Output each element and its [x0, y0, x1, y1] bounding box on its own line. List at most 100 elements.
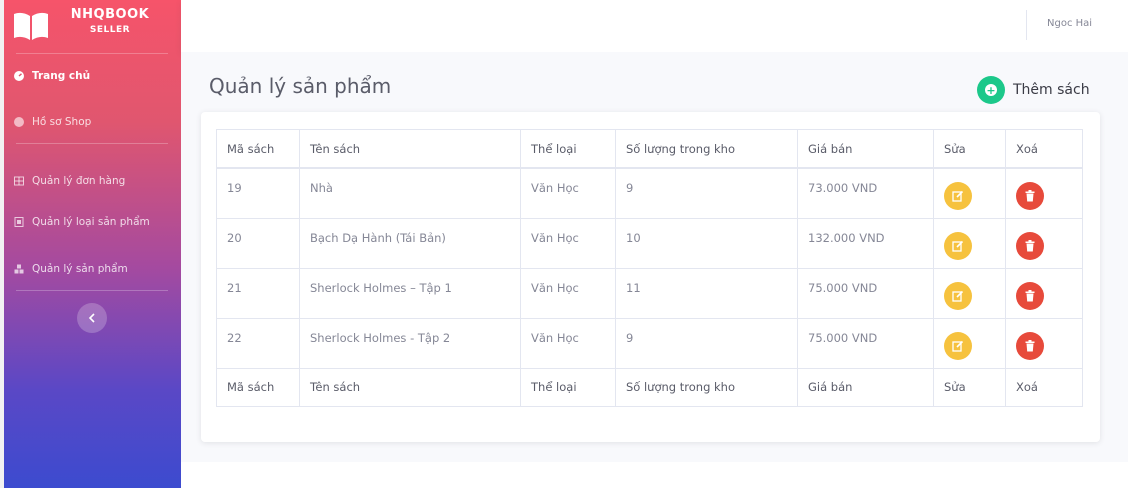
- sidebar-item-label: Quản lý sản phẩm: [32, 263, 128, 275]
- plus-circle-icon: +: [977, 76, 1005, 104]
- main-content: Quản lý sản phẩm + Thêm sách Mã sách Tên…: [181, 52, 1128, 462]
- user-name[interactable]: Ngoc Hai: [1047, 18, 1092, 29]
- edit-button[interactable]: [944, 331, 972, 360]
- cell-id: 21: [216, 267, 300, 319]
- sidebar-item-label: Quản lý loại sản phẩm: [32, 216, 150, 228]
- cell-title: Bạch Dạ Hành (Tái Bản): [299, 217, 521, 269]
- trash-icon: [1025, 190, 1035, 202]
- table-header-row: Mã sách Tên sách Thể loại Số lượng trong…: [216, 129, 1083, 169]
- sidebar-divider: [16, 290, 168, 291]
- table-row: 22 Sherlock Holmes - Tập 2 Văn Học 9 75.…: [216, 317, 1083, 369]
- edit-icon: [952, 240, 964, 252]
- delete-button[interactable]: [1016, 331, 1044, 360]
- cell-delete: [1005, 317, 1083, 369]
- cell-id: 20: [216, 217, 300, 269]
- chevron-left-icon: [88, 313, 95, 323]
- table-row: 19 Nhà Văn Học 9 73.000 VND: [216, 167, 1083, 219]
- trash-icon: [1025, 339, 1035, 351]
- sidebar-item-categories[interactable]: Quản lý loại sản phẩm: [14, 210, 150, 234]
- cell-stock: 10: [615, 217, 798, 269]
- topbar-divider: [1026, 10, 1027, 40]
- edit-button[interactable]: [944, 182, 972, 210]
- cell-edit: [933, 267, 1006, 319]
- column-footer-delete: Xoá: [1005, 367, 1083, 407]
- edit-button[interactable]: [944, 231, 972, 260]
- delete-button[interactable]: [1016, 281, 1044, 310]
- products-table: Mã sách Tên sách Thể loại Số lượng trong…: [216, 129, 1083, 407]
- cell-id: 19: [216, 167, 300, 219]
- column-footer-title: Tên sách: [299, 367, 521, 407]
- column-header-id: Mã sách: [216, 129, 300, 169]
- column-header-price: Giá bán: [797, 129, 934, 169]
- dashboard-icon: [14, 71, 24, 81]
- cell-title: Sherlock Holmes - Tập 2: [299, 317, 521, 369]
- column-header-stock: Số lượng trong kho: [615, 129, 798, 169]
- add-book-button[interactable]: + Thêm sách: [977, 76, 1090, 104]
- cell-title: Nhà: [299, 167, 521, 219]
- sidebar-divider: [16, 143, 168, 144]
- cell-genre: Văn Học: [520, 217, 616, 269]
- cell-edit: [933, 317, 1006, 369]
- add-book-label: Thêm sách: [1013, 82, 1090, 98]
- profile-icon: [14, 117, 24, 127]
- sidebar-item-products[interactable]: Quản lý sản phẩm: [14, 257, 128, 281]
- topbar: Ngoc Hai: [181, 0, 1128, 52]
- cell-price: 132.000 VND: [797, 217, 934, 269]
- cell-genre: Văn Học: [520, 317, 616, 369]
- sidebar-item-label: Quản lý đơn hàng: [32, 175, 126, 187]
- footer-area: [181, 462, 1128, 488]
- column-footer-id: Mã sách: [216, 367, 300, 407]
- sidebar: NHQBOOK SELLER Trang chủ Hồ sơ Shop Quản…: [4, 0, 181, 488]
- products-card: Mã sách Tên sách Thể loại Số lượng trong…: [201, 112, 1100, 442]
- cell-genre: Văn Học: [520, 167, 616, 219]
- cell-delete: [1005, 267, 1083, 319]
- trash-icon: [1025, 239, 1035, 251]
- edit-button[interactable]: [944, 281, 972, 310]
- sidebar-item-label: Hồ sơ Shop: [32, 116, 92, 128]
- delete-button[interactable]: [1016, 231, 1044, 260]
- brand[interactable]: NHQBOOK SELLER: [4, 0, 181, 52]
- sidebar-item-shop-profile[interactable]: Hồ sơ Shop: [14, 110, 91, 134]
- brand-subtitle: SELLER: [89, 25, 131, 35]
- column-header-edit: Sửa: [933, 129, 1006, 169]
- brand-name: NHQBOOK: [70, 7, 150, 22]
- column-header-delete: Xoá: [1005, 129, 1083, 169]
- cell-edit: [933, 167, 1006, 219]
- sidebar-divider: [16, 53, 168, 54]
- column-footer-price: Giá bán: [797, 367, 934, 407]
- delete-button[interactable]: [1016, 182, 1044, 210]
- page-title: Quản lý sản phẩm: [209, 74, 392, 98]
- cell-stock: 9: [615, 317, 798, 369]
- edit-icon: [952, 190, 964, 202]
- sidebar-item-home[interactable]: Trang chủ: [14, 64, 90, 88]
- cell-price: 73.000 VND: [797, 167, 934, 219]
- cell-edit: [933, 217, 1006, 269]
- cell-delete: [1005, 167, 1083, 219]
- sidebar-toggle-button[interactable]: [77, 303, 107, 333]
- table-icon: [14, 176, 24, 186]
- table-footer-row: Mã sách Tên sách Thể loại Số lượng trong…: [216, 367, 1083, 407]
- cell-stock: 11: [615, 267, 798, 319]
- cell-id: 22: [216, 317, 300, 369]
- boxes-icon: [14, 264, 24, 274]
- book-icon: [14, 12, 48, 40]
- table-row: 20 Bạch Dạ Hành (Tái Bản) Văn Học 10 132…: [216, 217, 1083, 269]
- edit-icon: [952, 340, 964, 352]
- cell-genre: Văn Học: [520, 267, 616, 319]
- sidebar-item-orders[interactable]: Quản lý đơn hàng: [14, 169, 125, 193]
- edit-icon: [952, 290, 964, 302]
- table-row: 21 Sherlock Holmes – Tập 1 Văn Học 11 75…: [216, 267, 1083, 319]
- trash-icon: [1025, 289, 1035, 301]
- cell-stock: 9: [615, 167, 798, 219]
- column-footer-genre: Thể loại: [520, 367, 616, 407]
- column-header-genre: Thể loại: [520, 129, 616, 169]
- cell-price: 75.000 VND: [797, 317, 934, 369]
- cell-delete: [1005, 217, 1083, 269]
- category-icon: [14, 217, 24, 227]
- cell-price: 75.000 VND: [797, 267, 934, 319]
- sidebar-item-label: Trang chủ: [32, 70, 91, 82]
- cell-title: Sherlock Holmes – Tập 1: [299, 267, 521, 319]
- column-footer-stock: Số lượng trong kho: [615, 367, 798, 407]
- column-header-title: Tên sách: [299, 129, 521, 169]
- column-footer-edit: Sửa: [933, 367, 1006, 407]
